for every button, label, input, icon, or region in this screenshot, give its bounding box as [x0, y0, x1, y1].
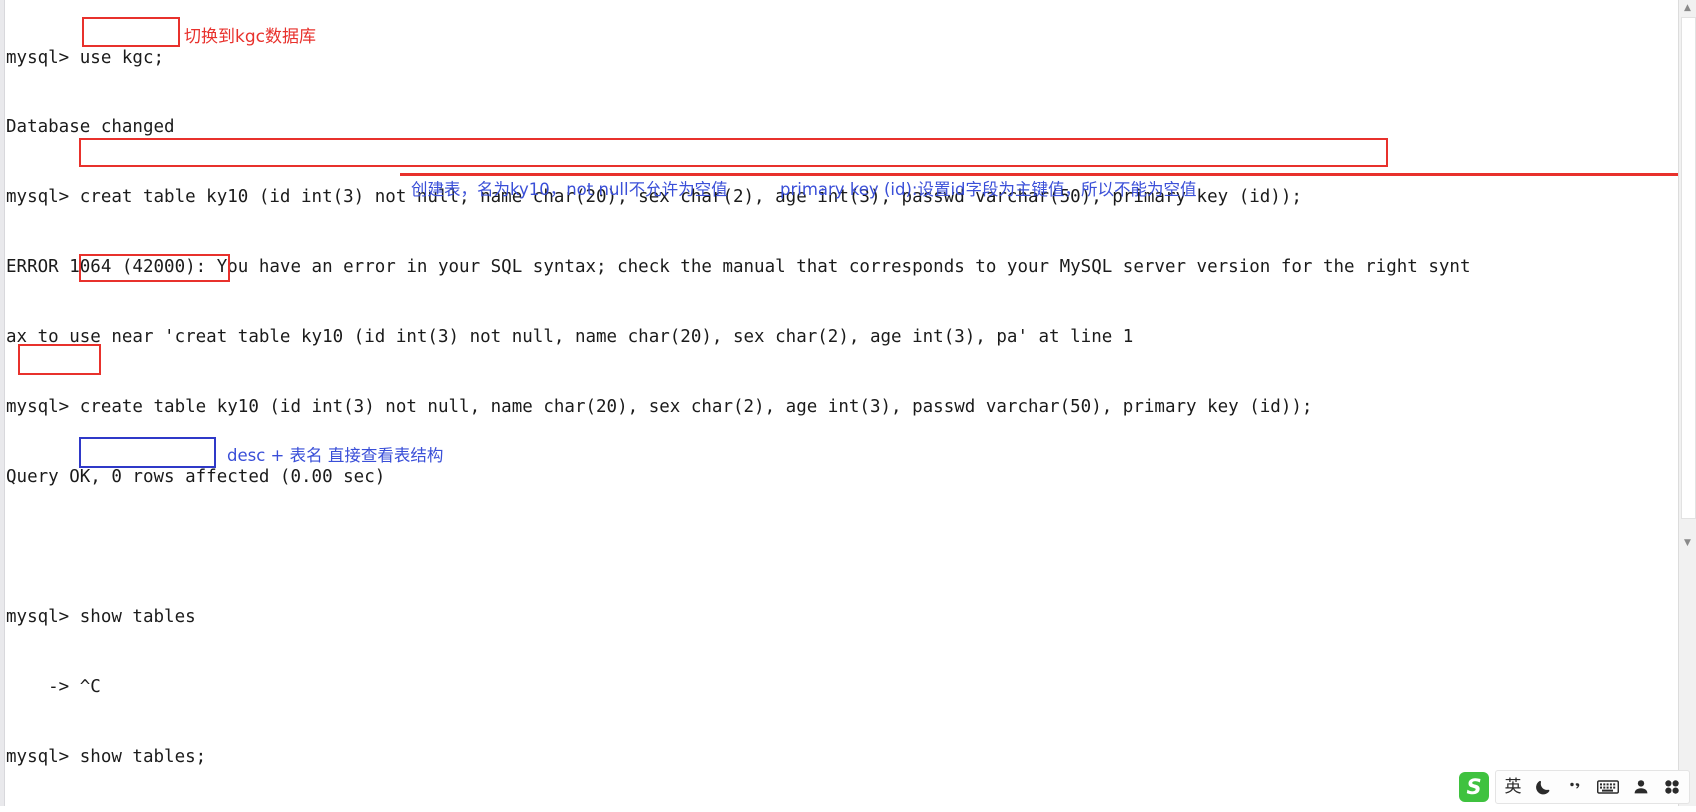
terminal-line: Database changed	[6, 117, 175, 138]
annotation-use-kgc: 切换到kgc数据库	[184, 27, 316, 47]
sogou-logo-icon[interactable]: S	[1459, 772, 1489, 802]
terminal-line: mysql> show tables;	[6, 746, 207, 767]
vertical-scrollbar[interactable]: ▲ ▼	[1678, 0, 1696, 812]
ime-toolbar[interactable]: S 英	[1459, 770, 1690, 804]
terminal-line: -> ^C	[6, 676, 101, 697]
apps-menu-icon[interactable]	[1663, 776, 1681, 798]
scroll-down-arrow-icon[interactable]: ▼	[1679, 535, 1696, 552]
keyboard-icon[interactable]	[1597, 776, 1619, 798]
moon-icon[interactable]	[1535, 776, 1553, 798]
annotation-desc-ky10: desc + 表名 直接查看表结构	[227, 446, 444, 465]
user-icon[interactable]	[1632, 776, 1650, 798]
ime-mode-chinese-english-toggle[interactable]: 英	[1504, 776, 1522, 798]
annotation-create-table-1: 创建表，名为ky10，not null不允许为空值	[411, 180, 728, 199]
terminal-line: mysql> creat table ky10 (id int(3) not n…	[6, 187, 1302, 208]
left-gutter	[0, 0, 5, 812]
terminal-window: mysql> use kgc; Database changed mysql> …	[0, 0, 1696, 812]
bottom-strip	[0, 806, 1696, 812]
scrollbar-thumb[interactable]	[1681, 17, 1696, 519]
terminal-line: mysql> show tables	[6, 606, 196, 627]
terminal-line: mysql> use kgc;	[6, 47, 165, 68]
terminal-line: ax to use near 'creat table ky10 (id int…	[6, 327, 1134, 348]
ime-panel[interactable]: 英	[1495, 770, 1690, 804]
terminal-line: Query OK, 0 rows affected (0.00 sec)	[6, 466, 386, 487]
terminal-line: ERROR 1064 (42000): You have an error in…	[6, 257, 1471, 278]
scroll-up-arrow-icon[interactable]: ▲	[1679, 0, 1696, 17]
terminal-line: mysql> create table ky10 (id int(3) not …	[6, 397, 1313, 418]
terminal-output: mysql> use kgc; Database changed mysql> …	[6, 0, 1546, 767]
annotation-create-table-2: primary key (id):设置id字段为主键值，所以不能为空值	[780, 180, 1197, 199]
punctuation-icon[interactable]	[1566, 776, 1584, 798]
